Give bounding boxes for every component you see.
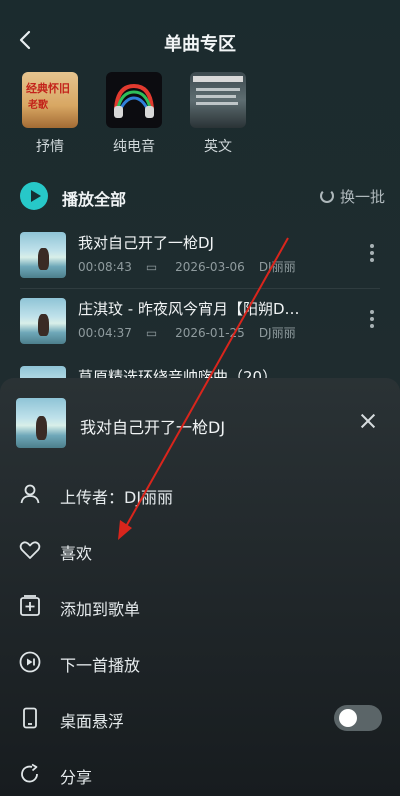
person-icon (20, 484, 40, 504)
close-icon[interactable] (358, 412, 378, 432)
calendar-icon: ▭ (145, 260, 162, 274)
category-thumb: 经典怀旧 老歌 (22, 72, 78, 128)
play-next-label: 下一首播放 (60, 656, 141, 675)
play-next-button[interactable]: 下一首播放 (18, 648, 382, 678)
uploader-row[interactable]: 上传者：DJ丽丽 (18, 480, 382, 510)
song-title: 庄淇玟 - 昨夜风今宵月【阳朔D… (78, 300, 300, 318)
calendar-icon: ▭ (145, 326, 162, 340)
song-cover (20, 298, 66, 344)
refresh-button[interactable]: 换一批 (319, 186, 385, 207)
add-to-playlist-label: 添加到歌单 (60, 600, 141, 619)
list-item[interactable]: 庄淇玟 - 昨夜风今宵月【阳朔D… 00:04:37 ▭ 2026-01-25 DJ… (20, 298, 380, 354)
song-uploader: DJ丽丽 (258, 260, 296, 274)
category-lyrical[interactable]: 经典怀旧 老歌 抒情 (20, 72, 80, 156)
category-label: 纯电音 (113, 139, 155, 155)
divider (20, 288, 380, 289)
song-duration: 00:08:43 (78, 260, 132, 274)
song-date: 2026-03-06 (175, 260, 245, 274)
song-cover (20, 232, 66, 278)
add-to-playlist-button[interactable]: 添加到歌单 (18, 592, 382, 622)
category-label: 英文 (204, 139, 232, 155)
more-icon[interactable] (370, 310, 374, 328)
play-all-button[interactable]: 播放全部 (62, 186, 126, 210)
song-meta: 00:04:37 ▭ 2026-01-25 DJ丽丽 (78, 324, 310, 341)
category-thumb (190, 72, 246, 128)
sheet-song-cover (16, 398, 66, 448)
song-title: 我对自己开了一枪DJ (78, 234, 214, 252)
song-meta: 00:08:43 ▭ 2026-03-06 DJ丽丽 (78, 258, 310, 275)
refresh-label: 换一批 (339, 188, 385, 206)
like-button[interactable]: 喜欢 (18, 536, 382, 566)
category-row: 经典怀旧 老歌 抒情 纯电音 英文 (0, 72, 400, 162)
song-duration: 00:04:37 (78, 326, 132, 340)
category-english[interactable]: 英文 (188, 72, 248, 156)
sheet-header: 我对自己开了一枪DJ (16, 398, 384, 448)
song-date: 2026-01-25 (175, 326, 245, 340)
share-label: 分享 (60, 768, 93, 787)
uploader-label: 上传者：DJ丽丽 (60, 488, 174, 507)
desktop-float-row: 桌面悬浮 (18, 704, 382, 734)
category-label: 抒情 (36, 139, 64, 155)
like-label: 喜欢 (60, 544, 93, 563)
toggle-knob (339, 709, 357, 727)
heart-icon (19, 541, 41, 559)
desktop-float-toggle[interactable] (334, 705, 382, 731)
play-all-row: 播放全部 换一批 (20, 180, 385, 214)
sheet-song-title: 我对自己开了一枪DJ (80, 418, 226, 437)
headphones-art (114, 83, 154, 118)
category-thumb (106, 72, 162, 128)
next-play-icon (19, 651, 41, 673)
desktop-float-label: 桌面悬浮 (60, 712, 125, 731)
play-icon[interactable] (20, 182, 48, 210)
add-playlist-icon (20, 595, 40, 616)
category-electronic[interactable]: 纯电音 (104, 72, 164, 156)
phone-icon (23, 707, 37, 729)
song-uploader: DJ丽丽 (258, 326, 296, 340)
share-button[interactable]: 分享 (18, 760, 382, 790)
bottom-sheet: 我对自己开了一枪DJ 上传者：DJ丽丽 喜欢 添加到歌单 下一首播放 桌面悬浮 … (0, 378, 400, 796)
refresh-icon (319, 189, 334, 203)
list-item[interactable]: 我对自己开了一枪DJ 00:08:43 ▭ 2026-03-06 DJ丽丽 (20, 232, 380, 288)
share-icon (21, 763, 38, 783)
more-icon[interactable] (370, 244, 374, 262)
page-title: 单曲专区 (164, 34, 236, 55)
